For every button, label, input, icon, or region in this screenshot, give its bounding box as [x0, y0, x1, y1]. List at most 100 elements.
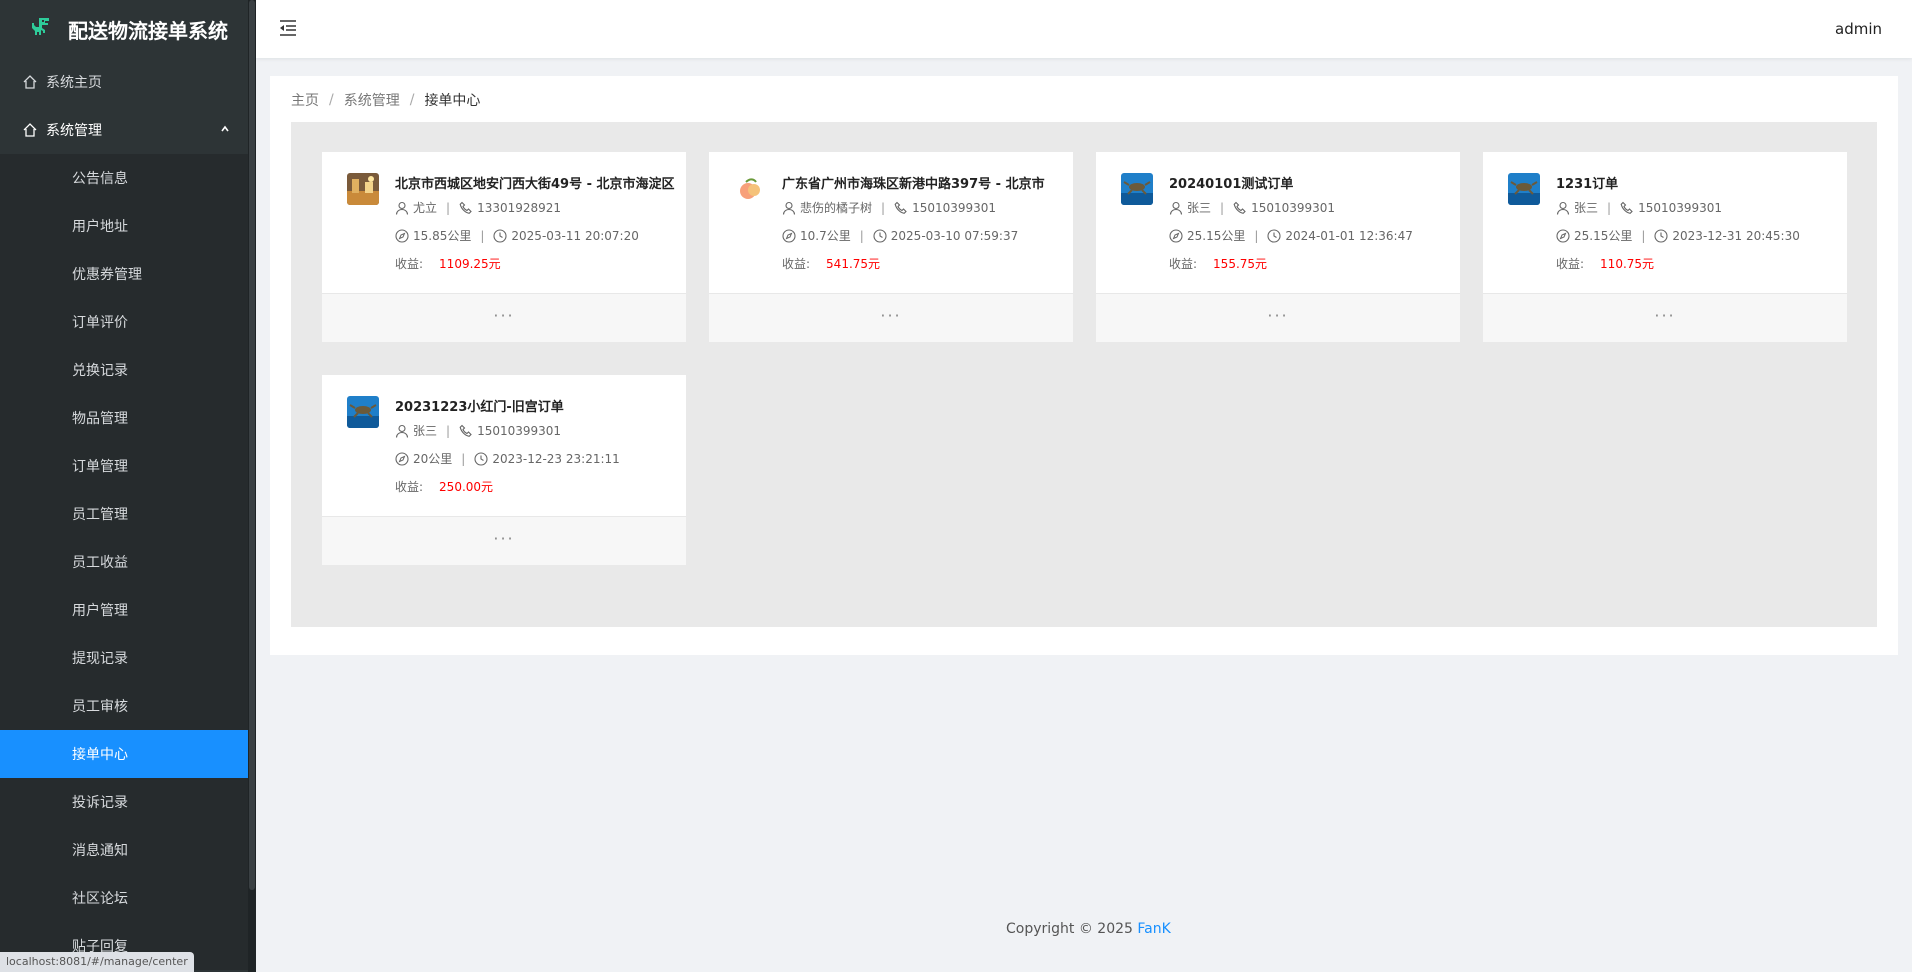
order-customer-name: 张三: [1187, 201, 1212, 215]
divider: |: [859, 228, 864, 243]
order-phone: 15010399301: [912, 200, 997, 215]
user-icon: [395, 424, 409, 438]
sidebar-item-order-center[interactable]: 接单中心: [0, 730, 248, 778]
menu-fold-icon[interactable]: [278, 18, 298, 38]
breadcrumb-separator: /: [409, 92, 415, 108]
clock-icon: [493, 228, 507, 243]
income-label: 收益:: [395, 480, 424, 494]
sidebar-item-label: 物品管理: [72, 411, 128, 427]
sidebar-item-label: 订单评价: [72, 315, 128, 331]
sidebar-item-exchange[interactable]: 兑换记录: [0, 346, 256, 394]
sidebar-item-staff[interactable]: 员工管理: [0, 490, 256, 538]
copyright-text: Copyright © 2025: [1006, 921, 1133, 937]
order-contact: 张三 | 15010399301: [1556, 199, 1722, 216]
sidebar-item-staff-income[interactable]: 员工收益: [0, 538, 256, 586]
sidebar-item-announcement[interactable]: 公告信息: [0, 154, 256, 202]
sidebar-item-label: 消息通知: [72, 843, 128, 859]
income-label: 收益:: [1169, 257, 1198, 271]
main-content: 主页 / 系统管理 / 接单中心 北京市西城区地安门西大街49号 - 北京市海淀…: [270, 76, 1898, 655]
order-distance: 25.15公里: [1187, 229, 1246, 243]
sidebar-item-user-address[interactable]: 用户地址: [0, 202, 256, 250]
breadcrumb-home[interactable]: 主页: [291, 90, 319, 110]
order-list-panel: 北京市西城区地安门西大街49号 - 北京市海淀区 尤立 | 1330192892…: [291, 122, 1877, 627]
compass-icon: [1169, 228, 1183, 243]
order-income-row: 收益: 541.75元: [782, 255, 880, 272]
breadcrumb-section[interactable]: 系统管理: [344, 90, 400, 110]
sidebar-item-forum[interactable]: 社区论坛: [0, 874, 256, 922]
sidebar-item-label: 提现记录: [72, 651, 128, 667]
home-icon: [23, 123, 37, 137]
order-time: 2023-12-31 20:45:30: [1672, 228, 1800, 243]
order-card[interactable]: 北京市西城区地安门西大街49号 - 北京市海淀区 尤立 | 1330192892…: [322, 152, 686, 342]
clock-icon: [474, 451, 488, 466]
order-contact: 张三 | 15010399301: [1169, 199, 1335, 216]
sidebar-item-users[interactable]: 用户管理: [0, 586, 256, 634]
order-contact: 张三 | 15010399301: [395, 422, 561, 439]
sidebar-item-label: 用户地址: [72, 219, 128, 235]
divider: |: [1641, 228, 1646, 243]
income-label: 收益:: [1556, 257, 1585, 271]
income-label: 收益:: [782, 257, 811, 271]
sidebar-item-orders[interactable]: 订单管理: [0, 442, 256, 490]
divider: |: [881, 200, 886, 215]
phone-icon: [459, 201, 472, 214]
order-card[interactable]: 广东省广州市海珠区新港中路397号 - 北京市 悲伤的橘子树 | 1501039…: [709, 152, 1073, 342]
order-phone: 13301928921: [477, 200, 562, 215]
user-icon: [1169, 201, 1183, 215]
order-more-button[interactable]: ···: [322, 516, 686, 565]
order-more-button[interactable]: ···: [1483, 293, 1847, 342]
order-title: 北京市西城区地安门西大街49号 - 北京市海淀区: [395, 177, 675, 192]
author-link[interactable]: FanK: [1137, 921, 1170, 937]
user-icon: [395, 201, 409, 215]
phone-icon: [894, 201, 907, 214]
chevron-up-icon: [221, 125, 229, 132]
breadcrumb-separator: /: [329, 92, 334, 108]
sidebar-item-goods[interactable]: 物品管理: [0, 394, 256, 442]
phone-icon: [1233, 201, 1246, 214]
order-customer-name: 张三: [413, 424, 438, 438]
sidebar-item-label: 公告信息: [72, 171, 128, 187]
sidebar-item-order-review[interactable]: 订单评价: [0, 298, 256, 346]
sidebar-item-label: 兑换记录: [72, 363, 128, 379]
order-more-button[interactable]: ···: [1096, 293, 1460, 342]
sidebar-item-complaints[interactable]: 投诉记录: [0, 778, 256, 826]
breadcrumb: 主页 / 系统管理 / 接单中心: [291, 90, 480, 110]
order-avatar: [734, 173, 766, 205]
sidebar-item-withdraw[interactable]: 提现记录: [0, 634, 256, 682]
order-avatar: [1508, 173, 1540, 205]
sidebar-item-label: 系统主页: [46, 75, 102, 91]
order-card[interactable]: 20240101测试订单 张三 | 15010399301 25.15公里 | …: [1096, 152, 1460, 342]
user-menu[interactable]: admin: [1835, 20, 1882, 38]
order-meta: 25.15公里 | 2023-12-31 20:45:30: [1556, 227, 1800, 244]
order-phone: 15010399301: [1638, 200, 1723, 215]
footer: Copyright © 2025 FanK: [1006, 921, 1171, 937]
top-header: admin: [256, 0, 1912, 58]
sidebar-item-label: 员工收益: [72, 555, 128, 571]
order-avatar: [347, 396, 379, 428]
order-time: 2025-03-10 07:59:37: [890, 228, 1019, 243]
sidebar-item-notifications[interactable]: 消息通知: [0, 826, 256, 874]
sidebar-group-system[interactable]: 系统管理: [0, 106, 256, 154]
order-meta: 25.15公里 | 2024-01-01 12:36:47: [1169, 227, 1413, 244]
order-card[interactable]: 20231223小红门-旧宫订单 张三 | 15010399301 20公里 |…: [322, 375, 686, 565]
order-income-row: 收益: 110.75元: [1556, 255, 1654, 272]
order-more-button[interactable]: ···: [709, 293, 1073, 342]
order-meta: 10.7公里 | 2025-03-10 07:59:37: [782, 227, 1018, 244]
sidebar-item-coupon[interactable]: 优惠券管理: [0, 250, 256, 298]
divider: |: [461, 451, 466, 466]
compass-icon: [1556, 228, 1570, 243]
order-customer-name: 尤立: [413, 201, 438, 215]
phone-icon: [1620, 201, 1633, 214]
order-card[interactable]: 1231订单 张三 | 15010399301 25.15公里 | 2023-1…: [1483, 152, 1847, 342]
order-meta: 20公里 | 2023-12-23 23:21:11: [395, 450, 620, 467]
sidebar-item-staff-audit[interactable]: 员工审核: [0, 682, 256, 730]
sidebar: 配送物流接单系统 系统主页 系统管理 公告信息 用户地址 优惠券管理 订单评价 …: [0, 0, 256, 972]
order-income: 541.75元: [826, 257, 881, 271]
sidebar-scrollbar[interactable]: [249, 0, 255, 890]
order-more-button[interactable]: ···: [322, 293, 686, 342]
divider: |: [1254, 228, 1259, 243]
compass-icon: [782, 228, 796, 243]
order-title: 广东省广州市海珠区新港中路397号 - 北京市: [782, 177, 1045, 192]
breadcrumb-current: 接单中心: [424, 93, 481, 109]
sidebar-item-home[interactable]: 系统主页: [0, 58, 256, 106]
